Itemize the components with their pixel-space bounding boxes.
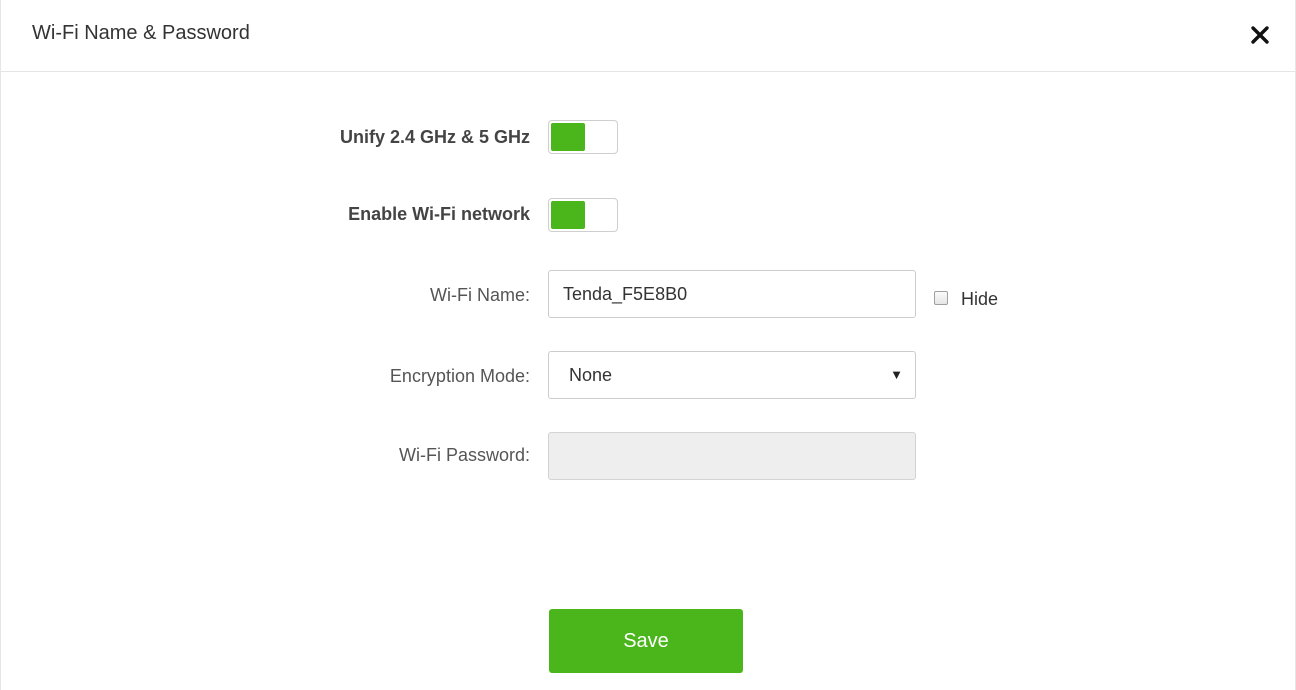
dialog-header: Wi-Fi Name & Password (1, 0, 1295, 72)
chevron-down-icon: ▼ (890, 367, 903, 382)
toggle-fill (551, 201, 585, 229)
enable-wifi-row: Enable Wi-Fi network (1, 198, 1295, 234)
toggle-knob (585, 201, 615, 229)
unify-toggle[interactable] (548, 120, 618, 154)
close-icon[interactable] (1247, 22, 1273, 48)
toggle-knob (585, 123, 615, 151)
encryption-selected-value: None (569, 365, 613, 385)
wifi-name-label: Wi-Fi Name: (430, 285, 530, 305)
enable-wifi-label: Enable Wi-Fi network (348, 204, 530, 224)
unify-label: Unify 2.4 GHz & 5 GHz (339, 127, 530, 147)
wifi-name-input[interactable]: Tenda_F5E8B0 (548, 270, 916, 318)
password-row: Wi-Fi Password: (1, 432, 1295, 480)
toggle-fill (551, 123, 585, 151)
wifi-password-input[interactable] (548, 432, 916, 480)
wifi-settings-dialog: Wi-Fi Name & Password Unify 2.4 GHz & 5 … (0, 0, 1296, 690)
save-button[interactable]: Save (549, 609, 743, 673)
enable-wifi-toggle[interactable] (548, 198, 618, 232)
hide-checkbox[interactable] (934, 291, 948, 305)
wifi-name-row: Wi-Fi Name: Tenda_F5E8B0 Hide (1, 270, 1295, 318)
encryption-select[interactable]: None ▼ (548, 351, 916, 399)
encryption-label: Encryption Mode: (389, 366, 530, 386)
hide-label: Hide (961, 288, 999, 309)
encryption-row: Encryption Mode: None ▼ (1, 351, 1295, 399)
unify-row: Unify 2.4 GHz & 5 GHz (1, 119, 1295, 155)
dialog-title: Wi-Fi Name & Password (32, 22, 250, 44)
password-label: Wi-Fi Password: (398, 445, 530, 465)
hide-ssid-option[interactable]: Hide (934, 288, 999, 309)
